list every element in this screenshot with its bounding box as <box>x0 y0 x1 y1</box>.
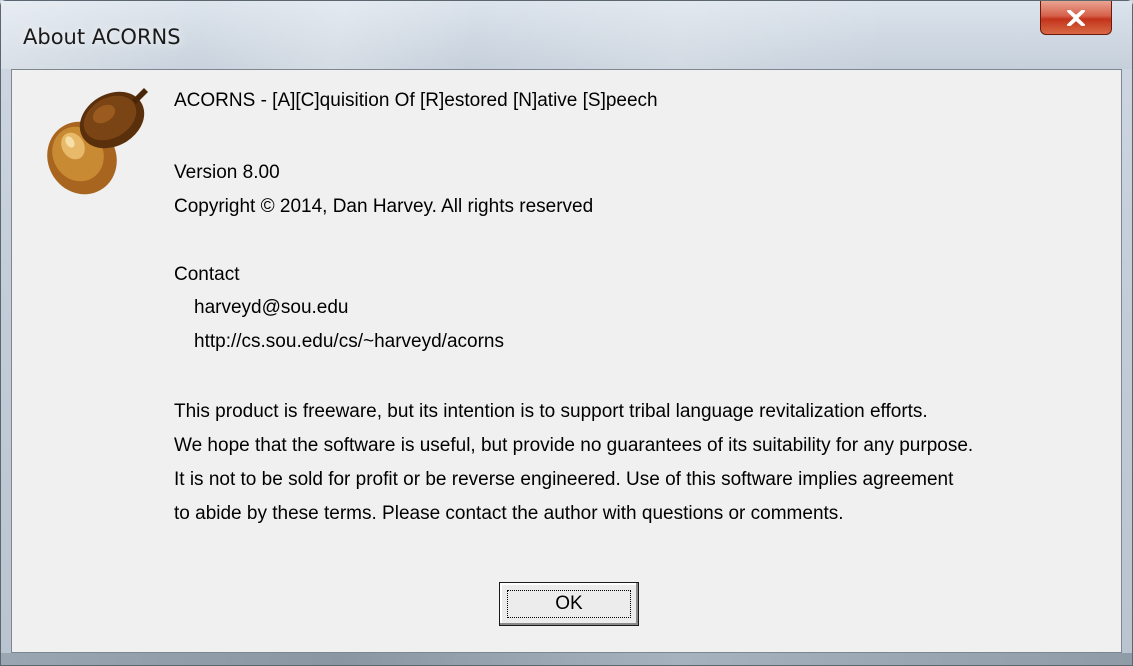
title-bar[interactable]: About ACORNS <box>1 1 1132 69</box>
terms-line-3: It is not to be sold for profit or be re… <box>174 469 954 490</box>
contact-email: harveyd@sou.edu <box>194 297 349 318</box>
contact-url: http://cs.sou.edu/cs/~harveyd/acorns <box>194 331 504 352</box>
terms-line-1: This product is freeware, but its intent… <box>174 401 928 422</box>
product-name: ACORNS - [A][C]quisition Of [R]estored [… <box>174 90 658 111</box>
window-title: About ACORNS <box>23 25 181 49</box>
terms-line-2: We hope that the software is useful, but… <box>174 435 974 456</box>
ok-button[interactable]: OK <box>499 582 639 626</box>
dialog-content: ACORNS - [A][C]quisition Of [R]estored [… <box>11 69 1122 653</box>
copyright-text: Copyright © 2014, Dan Harvey. All rights… <box>174 196 594 217</box>
window-bottom-frame <box>1 653 1132 665</box>
close-x-icon <box>1067 9 1085 26</box>
acorn-icon <box>47 88 148 195</box>
about-dialog-window: About ACORNS ACORNS - [A][C]quisition Of… <box>0 0 1133 666</box>
contact-label: Contact <box>174 264 240 285</box>
focus-ring <box>507 590 631 618</box>
version-text: Version 8.00 <box>174 162 280 183</box>
close-button[interactable] <box>1040 1 1112 35</box>
terms-line-4: to abide by these terms. Please contact … <box>174 503 844 524</box>
